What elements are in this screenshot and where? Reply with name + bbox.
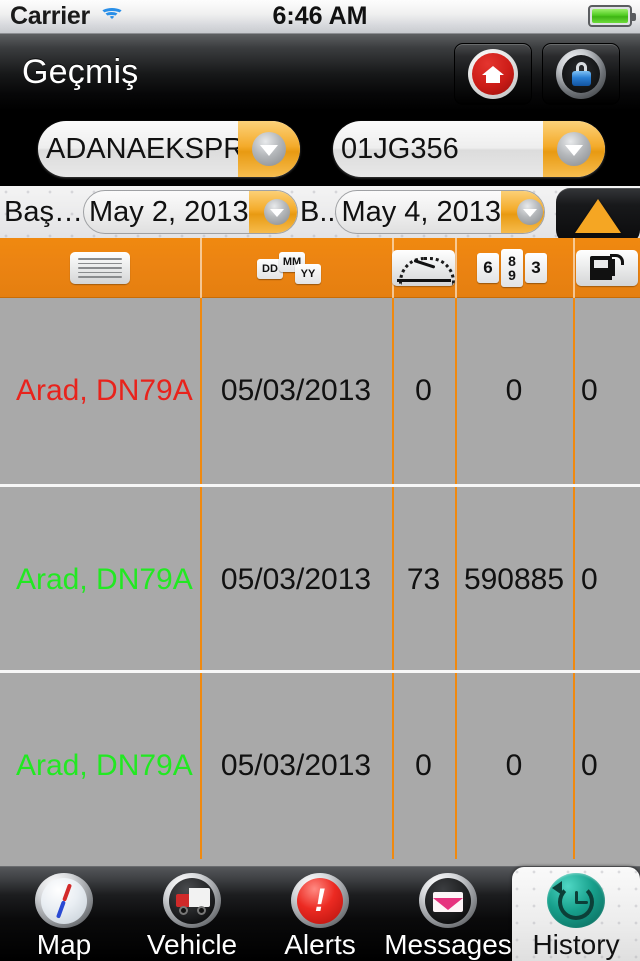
header-cell-odometer[interactable]: 6893: [455, 238, 573, 298]
fuel-pump-icon: [575, 250, 638, 286]
chevron-down-icon: [557, 132, 591, 166]
nav-bar: Geçmiş: [0, 34, 640, 112]
alert-icon: !: [291, 873, 349, 928]
tab-messages[interactable]: Messages: [384, 867, 512, 961]
page-title: Geçmiş: [22, 53, 139, 91]
odometer-counter-icon: 6893: [477, 249, 551, 287]
envelope-icon: [419, 873, 477, 928]
tab-history-label: History: [532, 929, 620, 960]
start-date-dropdown-button[interactable]: [248, 191, 297, 233]
table-row[interactable]: Arad, DN79A 05/03/2013 0 0 0: [0, 298, 640, 484]
cell-location: Arad, DN79A: [16, 563, 193, 596]
end-date-value: May 4, 2013: [341, 195, 502, 228]
cell-date: 05/03/2013: [220, 749, 372, 782]
header-cell-date[interactable]: DD MM YY: [200, 238, 392, 298]
battery-icon: [588, 5, 636, 27]
table-row[interactable]: Arad, DN79A 05/03/2013 73 590885 0: [0, 484, 640, 673]
end-date-field[interactable]: May 4, 2013: [335, 190, 546, 234]
cell-date: 05/03/2013: [220, 374, 372, 407]
tab-messages-label: Messages: [384, 929, 512, 960]
cell-odometer: 590885: [463, 563, 565, 596]
tab-history[interactable]: History: [512, 867, 640, 961]
cell-speed: 0: [415, 374, 432, 407]
table-body: Arad, DN79A 05/03/2013 0 0 0 Arad, DN79A…: [0, 298, 640, 859]
speedometer-icon: [392, 250, 455, 286]
plate-dropdown-button[interactable]: [543, 121, 605, 177]
tab-alerts[interactable]: ! Alerts: [256, 867, 384, 961]
cell-speed: 73: [406, 563, 441, 596]
cell-fuel: 0: [581, 374, 598, 407]
table-header-row: DD MM YY 6893: [0, 238, 640, 298]
truck-icon: [163, 873, 221, 928]
start-date-value: May 2, 2013: [88, 195, 249, 228]
header-cell-location[interactable]: [0, 238, 200, 298]
end-date-dropdown-button[interactable]: [501, 191, 545, 233]
compass-icon: [35, 873, 93, 928]
cell-odometer: 0: [505, 749, 523, 782]
cell-location: Arad, DN79A: [16, 374, 193, 407]
cell-speed: 0: [415, 749, 432, 782]
tab-map-label: Map: [36, 929, 92, 960]
status-bar: Carrier 6:46 AM: [0, 0, 640, 34]
date-filter-bar: Baş… May 2, 2013 B.. May 4, 2013: [0, 186, 640, 238]
tab-vehicle-label: Vehicle: [146, 929, 238, 960]
lock-icon: [556, 49, 606, 99]
table-row[interactable]: Arad, DN79A 05/03/2013 0 0 0: [0, 670, 640, 859]
nav-bar-buttons: [454, 43, 620, 105]
status-bar-right: [588, 5, 636, 27]
clock-back-icon: [547, 873, 605, 928]
warning-triangle-icon: [575, 199, 621, 233]
start-date-field[interactable]: May 2, 2013: [82, 190, 298, 234]
header-cell-fuel[interactable]: [573, 238, 640, 298]
cell-fuel: 0: [581, 563, 598, 596]
warning-button[interactable]: [556, 188, 640, 244]
chevron-down-icon: [252, 132, 286, 166]
cell-odometer: 0: [505, 374, 523, 407]
lock-button[interactable]: [542, 43, 620, 105]
start-date-label: Baş…: [4, 195, 83, 228]
cell-date: 05/03/2013: [220, 563, 372, 596]
filter-bar: ADANAEKSPRES 01JG356: [0, 112, 640, 186]
app-root: Carrier 6:46 AM Geçmiş ADANAEKSPRES: [0, 0, 640, 961]
plate-value: 01JG356: [341, 132, 459, 165]
home-icon: [468, 49, 518, 99]
tab-alerts-label: Alerts: [284, 929, 356, 960]
header-cell-speed[interactable]: [392, 238, 455, 298]
vehicle-group-dropdown-button[interactable]: [238, 121, 300, 177]
clock-label: 6:46 AM: [272, 2, 368, 30]
date-dd-mm-yy-icon: DD MM YY: [257, 250, 335, 286]
plate-dropdown[interactable]: 01JG356: [333, 121, 605, 177]
cell-location: Arad, DN79A: [16, 749, 193, 782]
tab-bar: Map Vehicle ! Alerts Messages History: [0, 866, 640, 961]
list-lines-icon: [70, 252, 130, 284]
cell-fuel: 0: [581, 749, 598, 782]
end-date-label: B..: [299, 195, 336, 228]
tab-vehicle[interactable]: Vehicle: [128, 867, 256, 961]
vehicle-group-dropdown[interactable]: ADANAEKSPRES: [38, 121, 300, 177]
home-button[interactable]: [454, 43, 532, 105]
vehicle-group-value: ADANAEKSPRES: [46, 132, 238, 165]
tab-map[interactable]: Map: [0, 867, 128, 961]
history-table: DD MM YY 6893 Arad, DN79A 05/03/2013 0 0…: [0, 238, 640, 866]
